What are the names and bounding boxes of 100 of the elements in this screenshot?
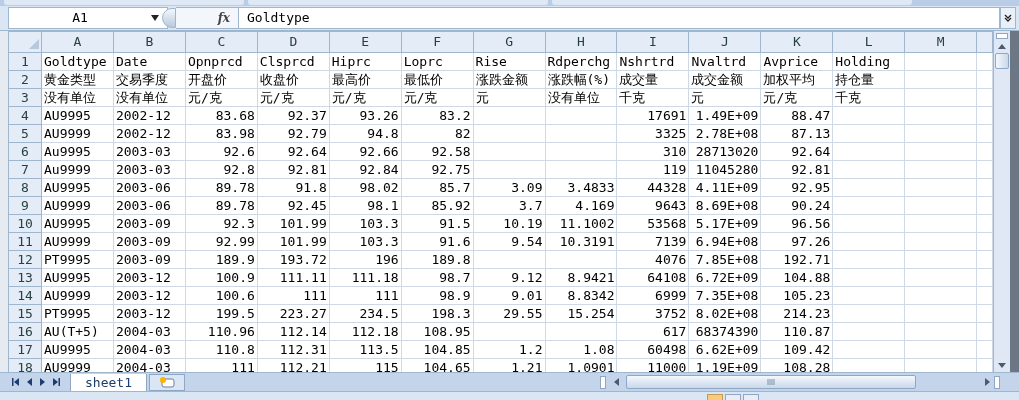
table-cell: 2003-03 (113, 160, 186, 178)
column-header[interactable]: L (832, 31, 905, 52)
table-cell: AU9999 (41, 232, 114, 250)
table-cell: 没有单位 (545, 88, 617, 106)
caret-icon[interactable] (151, 15, 159, 21)
last-sheet-icon[interactable] (53, 378, 60, 386)
table-cell: 68374390 (688, 322, 761, 340)
table-cell: 元/克 (401, 88, 474, 106)
table-cell: 92.64 (760, 142, 833, 160)
table-cell: 112.14 (257, 322, 330, 340)
normal-view-button[interactable] (707, 394, 723, 400)
up-arrow-icon (998, 43, 1006, 49)
table-cell: 持仓量 (832, 70, 905, 88)
split-handle[interactable] (996, 33, 1008, 39)
table-cell: 元 (688, 88, 761, 106)
next-sheet-icon[interactable] (40, 378, 45, 386)
table-cell: 涨跌金额 (473, 70, 545, 88)
page-break-preview-button[interactable] (743, 394, 759, 400)
column-header[interactable]: K (760, 31, 833, 52)
down-arrow-icon (998, 362, 1006, 368)
table-cell: Goldtype (41, 52, 114, 70)
insert-sheet-tab[interactable] (148, 373, 185, 391)
table-cell: 6.94E+08 (688, 232, 761, 250)
table-cell: 涨跌幅(%) (545, 70, 617, 88)
table-cell: 98.02 (329, 178, 402, 196)
table-cell: 2003-12 (113, 268, 186, 286)
table-cell: Au9999 (41, 160, 114, 178)
insert-function-button[interactable]: fx (217, 9, 230, 27)
column-header[interactable]: D (257, 31, 330, 52)
table-cell: 17691 (616, 106, 689, 124)
table-cell: 92.99 (185, 232, 258, 250)
column-header[interactable]: G (473, 31, 545, 52)
table-cell: 111 (329, 286, 402, 304)
table-cell: 1.49E+09 (688, 106, 761, 124)
scrollbar-thumb[interactable] (626, 375, 916, 389)
table-cell: AU9995 (41, 178, 114, 196)
column-header[interactable]: B (113, 31, 186, 52)
column-header[interactable]: J (688, 31, 761, 52)
table-cell: PT9995 (41, 304, 114, 322)
table-cell: 64108 (616, 268, 689, 286)
table-cell: 黄金类型 (41, 70, 114, 88)
table-cell: 83.2 (401, 106, 474, 124)
table-cell: 9.01 (473, 286, 545, 304)
table-cell: 成交量 (616, 70, 689, 88)
scrollbar-thumb[interactable] (995, 53, 1009, 69)
table-cell: 9.12 (473, 268, 545, 286)
table-cell: 成交金额 (688, 70, 761, 88)
table-cell: 2.78E+08 (688, 124, 761, 142)
table-cell: 82 (401, 124, 474, 142)
table-cell: 千克 (832, 88, 905, 106)
column-header[interactable]: I (616, 31, 689, 52)
table-cell: 92.3 (185, 214, 258, 232)
table-cell: 93.26 (329, 106, 402, 124)
table-cell: 98.9 (401, 286, 474, 304)
table-cell: 2003-06 (113, 178, 186, 196)
column-header[interactable]: F (401, 31, 474, 52)
expand-formula-button[interactable] (1000, 7, 1016, 29)
double-chevron-icon (1004, 14, 1012, 22)
column-header[interactable]: M (904, 31, 977, 52)
table-cell: 3325 (616, 124, 689, 142)
select-all-button[interactable] (29, 38, 39, 49)
table-cell: Nshrtrd (616, 52, 689, 70)
table-cell: 4.11E+09 (688, 178, 761, 196)
table-cell: 7.35E+08 (688, 286, 761, 304)
table-cell: 198.3 (401, 304, 474, 322)
column-header[interactable]: A (41, 31, 114, 52)
table-cell: 60498 (616, 340, 689, 358)
table-cell: 223.27 (257, 304, 330, 322)
sheet-tab[interactable]: sheet1 (70, 373, 147, 392)
table-cell: 没有单位 (41, 88, 114, 106)
table-cell: 3752 (616, 304, 689, 322)
table-cell: 10.3191 (545, 232, 617, 250)
column-header[interactable]: E (329, 31, 402, 52)
table-cell: 2003-03 (113, 142, 186, 160)
table-cell: Loprc (401, 52, 474, 70)
table-cell: Clsprcd (257, 52, 330, 70)
table-cell: 104.85 (401, 340, 474, 358)
first-sheet-icon[interactable] (12, 378, 19, 386)
table-cell: 8.9421 (545, 268, 617, 286)
table-cell: 85.92 (401, 196, 474, 214)
table-cell: 元/克 (329, 88, 402, 106)
table-cell: AU9999 (41, 286, 114, 304)
table-cell: 元/克 (760, 88, 833, 106)
table-cell: 103.3 (329, 232, 402, 250)
table-cell: 92.8 (185, 160, 258, 178)
table-cell: AU9995 (41, 214, 114, 232)
column-header[interactable]: C (185, 31, 258, 52)
table-cell: 开盘价 (185, 70, 258, 88)
table-cell: 113.5 (329, 340, 402, 358)
table-cell: 199.5 (185, 304, 258, 322)
table-cell: 4076 (616, 250, 689, 268)
table-cell: Holding (832, 52, 905, 70)
column-header[interactable]: H (545, 31, 617, 52)
table-cell: 92.37 (257, 106, 330, 124)
previous-sheet-icon[interactable] (27, 378, 32, 386)
split-handle[interactable] (600, 375, 606, 389)
split-handle[interactable] (994, 375, 1000, 389)
page-layout-button[interactable] (725, 394, 741, 400)
table-cell: 9643 (616, 196, 689, 214)
table-cell: Rdperchg (545, 52, 617, 70)
